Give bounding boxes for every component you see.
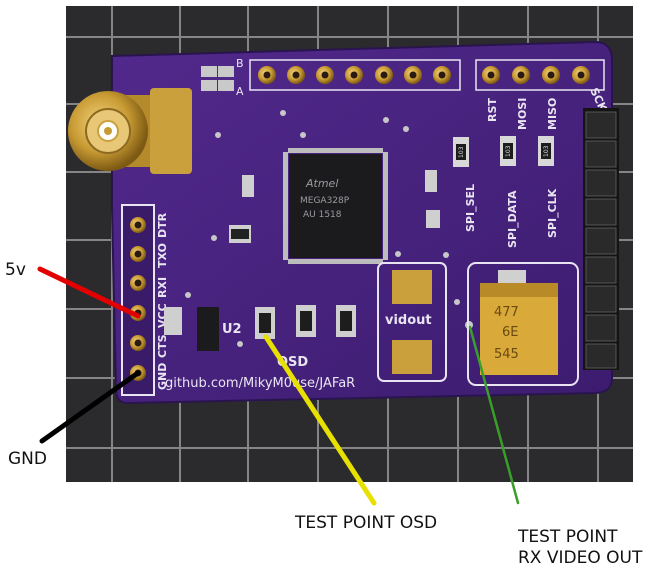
pin-label-txo: TXO bbox=[156, 243, 169, 268]
pin-label-rxi: RXI bbox=[156, 277, 169, 298]
chip-text-code: AU 1518 bbox=[303, 210, 342, 220]
vidout-label: vidout bbox=[385, 313, 432, 328]
smd-resistors-right: 103 103 103 bbox=[453, 136, 554, 167]
label-gnd: GND bbox=[8, 449, 47, 469]
repo-url: github.com/MikyM0use/JAFaR bbox=[165, 376, 355, 391]
chip-text-brand: Atmel bbox=[305, 177, 338, 190]
signal-label-spi-data: SPI_DATA bbox=[506, 190, 519, 248]
pin-label-dtr: DTR bbox=[156, 212, 169, 238]
right-header bbox=[583, 108, 619, 370]
sma-connector bbox=[68, 88, 192, 174]
chip-text-model: MEGA328P bbox=[300, 196, 350, 206]
spi-label-miso: MISO bbox=[546, 98, 559, 130]
ic-label-u2: U2 bbox=[222, 322, 242, 337]
pad-letter-a: A bbox=[236, 85, 244, 98]
signal-label-spi-clk: SPI_CLK bbox=[546, 188, 559, 238]
label-test-point-rx-line2: RX VIDEO OUT bbox=[518, 548, 643, 568]
resistor-code-3: 103 bbox=[543, 145, 550, 157]
pin-label-cts: CTS bbox=[156, 334, 169, 358]
label-test-point-rx-line1: TEST POINT bbox=[518, 527, 618, 547]
atmega-chip: Atmel MEGA328P AU 1518 bbox=[283, 148, 388, 264]
pcb-photo: GND CTS VCC RXI TXO DTR RST MOSI MISO SC… bbox=[37, 6, 633, 506]
pad-letter-b: B bbox=[236, 57, 244, 70]
cap-text-3: 545 bbox=[494, 347, 519, 362]
cap-text-2: 6E bbox=[502, 325, 519, 340]
signal-label-spi-sel: SPI_SEL bbox=[464, 184, 477, 232]
resistor-code-2: 103 bbox=[505, 145, 512, 157]
spi-label-rst: RST bbox=[486, 98, 499, 122]
resistor-code-1: 103 bbox=[458, 146, 465, 158]
cap-text-1: 477 bbox=[494, 305, 519, 320]
label-5v: 5v bbox=[5, 260, 26, 280]
spi-label-mosi: MOSI bbox=[516, 98, 529, 130]
left-header bbox=[121, 204, 155, 396]
label-test-point-osd: TEST POINT OSD bbox=[295, 513, 438, 533]
